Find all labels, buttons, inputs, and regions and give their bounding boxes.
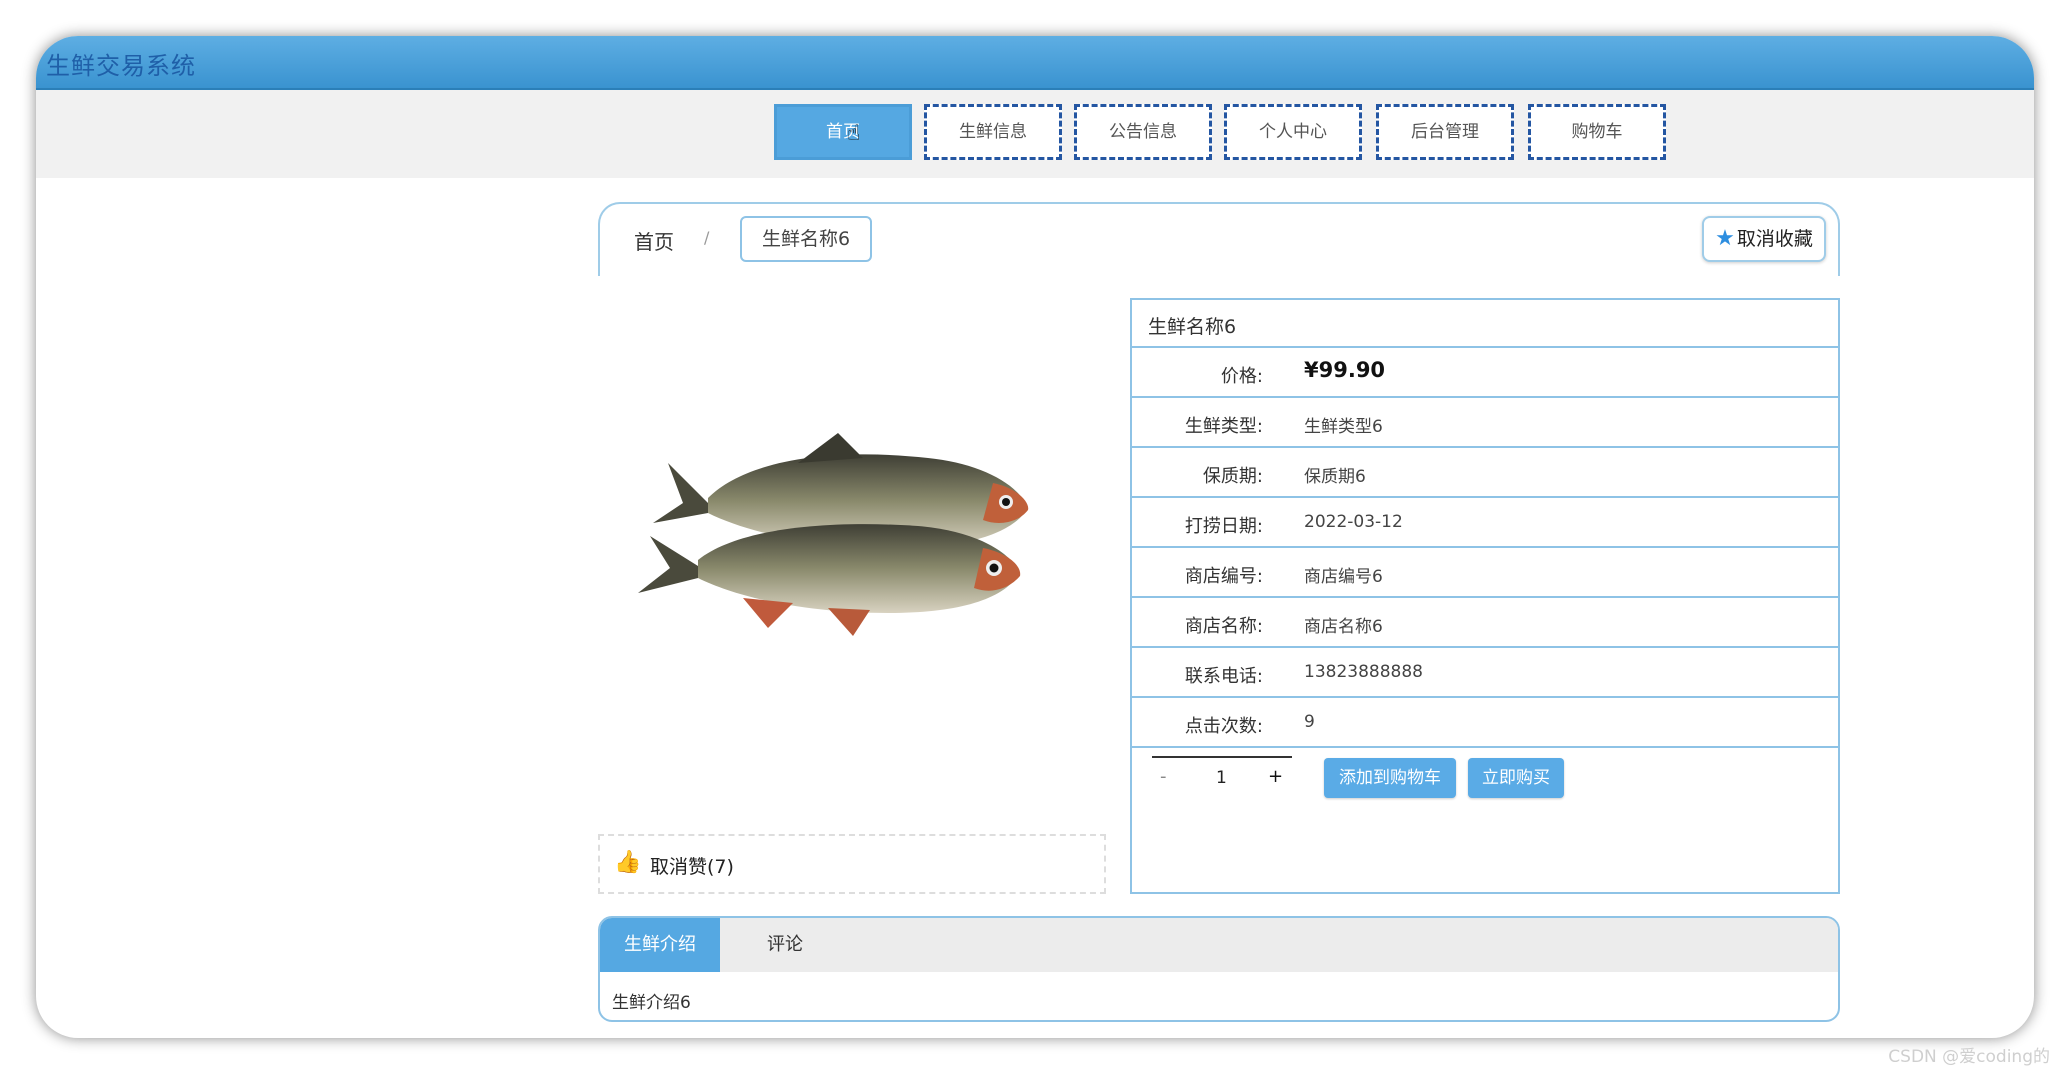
tab-comments[interactable]: 评论 [720,918,850,972]
unfavorite-button[interactable]: ★ 取消收藏 [1702,216,1826,262]
nav-item-notices[interactable]: 公告信息 [1074,104,1212,160]
tab-description[interactable]: 生鲜介绍 [600,918,720,972]
info-label: 联系电话: [1184,666,1263,687]
star-icon: ★ [1715,226,1735,251]
title-bar: 生鲜交易系统 [36,36,2034,90]
nav-item-home[interactable]: 首页 ☝ [774,104,912,160]
info-label: 价格: [1220,366,1263,387]
nav-item-label: 后台管理 [1411,122,1479,142]
main-nav: 首页 ☝ 生鲜信息 公告信息 个人中心 后台管理 购物车 [36,90,2034,178]
info-value: 生鲜类型6 [1304,417,1383,437]
info-label: 商店名称: [1184,616,1263,637]
hand-cursor-icon: ☝ [847,121,861,146]
info-row-price: 价格: ¥99.90 [1132,348,1838,398]
thumbs-up-icon: 👍 [614,850,642,875]
like-button[interactable]: 👍 取消赞(7) [598,834,1106,894]
nav-item-admin[interactable]: 后台管理 [1376,104,1514,160]
fish-image [638,433,1029,636]
info-row-store-name: 商店名称: 商店名称6 [1132,598,1838,648]
quantity-decrement-button[interactable]: - [1160,766,1167,787]
product-image [598,298,1108,858]
info-label: 生鲜类型: [1184,416,1263,437]
buy-now-button[interactable]: 立即购买 [1468,758,1564,798]
nav-item-label: 公告信息 [1109,122,1177,142]
product-info-panel: 生鲜名称6 价格: ¥99.90 生鲜类型: 生鲜类型6 保质期: 保质期6 打… [1130,298,1840,894]
breadcrumb-separator: / [704,228,710,247]
nav-item-products[interactable]: 生鲜信息 [924,104,1062,160]
quantity-stepper: - 1 + [1152,756,1292,800]
browser-window: 生鲜交易系统 首页 ☝ 生鲜信息 公告信息 个人中心 后台管理 购物车 首页 /… [36,36,2034,1038]
info-row-store-id: 商店编号: 商店编号6 [1132,548,1838,598]
tab-strip: 生鲜介绍 评论 [600,918,1838,972]
breadcrumb-home-link[interactable]: 首页 [634,226,674,255]
info-value: 9 [1304,712,1315,732]
quantity-input[interactable]: 1 [1216,768,1227,788]
nav-item-label: 生鲜信息 [959,122,1027,142]
product-name: 生鲜名称6 [1132,300,1838,348]
info-value: 商店编号6 [1304,567,1383,587]
info-label: 保质期: [1202,466,1263,487]
info-value: 2022-03-12 [1304,512,1403,532]
info-label: 打捞日期: [1184,516,1263,537]
info-label: 商店编号: [1184,566,1263,587]
nav-item-label: 购物车 [1571,122,1623,142]
info-row-catch-date: 打捞日期: 2022-03-12 [1132,498,1838,548]
quantity-increment-button[interactable]: + [1268,766,1283,787]
price-value: ¥99.90 [1304,358,1386,382]
nav-item-cart[interactable]: 购物车 [1528,104,1666,160]
detail-tabs: 生鲜介绍 评论 生鲜介绍6 [598,916,1840,1022]
info-row-clicks: 点击次数: 9 [1132,698,1838,748]
info-row-phone: 联系电话: 13823888888 [1132,648,1838,698]
like-label: 取消赞(7) [650,856,734,878]
info-value: 13823888888 [1304,662,1423,682]
info-value: 保质期6 [1304,467,1366,487]
info-row-type: 生鲜类型: 生鲜类型6 [1132,398,1838,448]
add-to-cart-button[interactable]: 添加到购物车 [1324,758,1456,798]
nav-item-label: 个人中心 [1259,122,1327,142]
breadcrumb-current: 生鲜名称6 [740,216,872,262]
info-label: 点击次数: [1184,716,1263,737]
info-value: 商店名称6 [1304,617,1383,637]
breadcrumb: 首页 / 生鲜名称6 ★ 取消收藏 [598,202,1840,276]
app-title: 生鲜交易系统 [46,52,196,80]
info-row-shelf-life: 保质期: 保质期6 [1132,448,1838,498]
unfavorite-label: 取消收藏 [1736,228,1813,250]
nav-item-profile[interactable]: 个人中心 [1224,104,1362,160]
tab-content-description: 生鲜介绍6 [612,993,691,1013]
watermark: CSDN @爱coding的 [1888,1047,2050,1067]
